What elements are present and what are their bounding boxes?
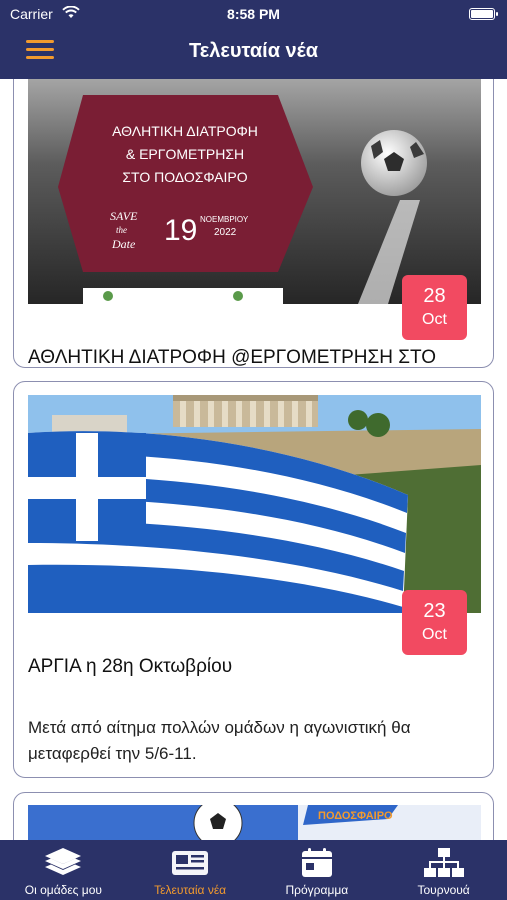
news-summary: Μετά από αίτημα πολλών ομάδων η αγωνιστι… (28, 718, 411, 763)
acropolis-flag-graphic (28, 395, 481, 613)
tab-bar: Οι ομάδες μου Τελευταία νέα Πρόγραμμα Το… (0, 840, 507, 900)
promo-text: ΠΟΔΟΣΦΑΙΡΟ (318, 810, 393, 822)
calendar-icon (301, 848, 332, 877)
sitemap-icon (423, 848, 464, 877)
news-card[interactable]: 23 Oct ΑΡΓΙΑ η 28η Οκτωβρίου Μετά από αί… (13, 381, 494, 778)
tab-tournaments[interactable]: Τουρνουά (380, 840, 507, 900)
tab-label: Οι ομάδες μου (24, 883, 102, 897)
date-month: Oct (422, 311, 447, 328)
poster-line-2: & ΕΡΓΟΜΕΤΡΗΣΗ (126, 146, 244, 162)
poster-save: SAVE (110, 209, 138, 223)
poster-line-3: ΣΤΟ ΠΟΔΟΣΦΑΙΡΟ (122, 169, 247, 185)
news-feed[interactable]: ΑΘΛΗΤΙΚΗ ΔΙΑΤΡΟΦΗ & ΕΡΓΟΜΕΤΡΗΣΗ ΣΤΟ ΠΟΔΟ… (0, 79, 507, 840)
date-month: Oct (422, 626, 447, 643)
news-image: ΑΘΛΗΤΙΚΗ ΔΙΑΤΡΟΦΗ & ΕΡΓΟΜΕΤΡΗΣΗ ΣΤΟ ΠΟΔΟ… (28, 79, 481, 304)
tab-label: Πρόγραμμα (285, 883, 349, 897)
date-badge: 23 Oct (402, 590, 467, 655)
layers-icon (45, 848, 82, 875)
newspaper-icon (172, 851, 209, 875)
tab-latest-news[interactable]: Τελευταία νέα (127, 840, 254, 900)
status-time: 8:58 PM (227, 6, 280, 22)
date-day: 28 (423, 285, 446, 307)
poster-date-year: 2022 (214, 227, 237, 238)
status-bar: Carrier 8:58 PM (0, 0, 507, 28)
top-bar: Carrier 8:58 PM Τελευταία νέα (0, 0, 507, 79)
poster-date-number: 19 (164, 214, 197, 247)
tab-my-teams[interactable]: Οι ομάδες μου (0, 840, 127, 900)
poster-date-month: ΝΟΕΜΒΡΙΟΥ (200, 215, 249, 224)
news-title[interactable]: ΑΡΓΙΑ η 28η Οκτωβρίου (28, 652, 453, 681)
poster-the: the (116, 225, 127, 235)
battery-icon (469, 8, 498, 20)
date-day: 23 (423, 600, 446, 622)
football-promo-graphic: ΠΟΔΟΣΦΑΙΡΟ (28, 805, 481, 840)
poster-line-1: ΑΘΛΗΤΙΚΗ ΔΙΑΤΡΟΦΗ (112, 123, 258, 139)
news-title[interactable]: ΑΘΛΗΤΙΚΗ ΔΙΑΤΡΟΦΗ @ΕΡΓΟΜΕΤΡΗΣΗ ΣΤΟ ΠΟΔΟΣ… (28, 343, 453, 367)
tab-label: Τουρνουά (417, 883, 470, 897)
tab-label: Τελευταία νέα (154, 883, 227, 897)
tab-schedule[interactable]: Πρόγραμμα (254, 840, 381, 900)
news-card[interactable]: ΑΘΛΗΤΙΚΗ ΔΙΑΤΡΟΦΗ & ΕΡΓΟΜΕΤΡΗΣΗ ΣΤΟ ΠΟΔΟ… (13, 79, 494, 368)
news-image (28, 395, 481, 613)
poster-date-word: Date (111, 237, 136, 251)
date-badge: 28 Oct (402, 275, 467, 340)
news-image: ΠΟΔΟΣΦΑΙΡΟ (28, 805, 481, 840)
news-card[interactable]: ΠΟΔΟΣΦΑΙΡΟ (13, 792, 494, 840)
event-poster-graphic: ΑΘΛΗΤΙΚΗ ΔΙΑΤΡΟΦΗ & ΕΡΓΟΜΕΤΡΗΣΗ ΣΤΟ ΠΟΔΟ… (28, 79, 481, 304)
page-title: Τελευταία νέα (189, 40, 318, 62)
